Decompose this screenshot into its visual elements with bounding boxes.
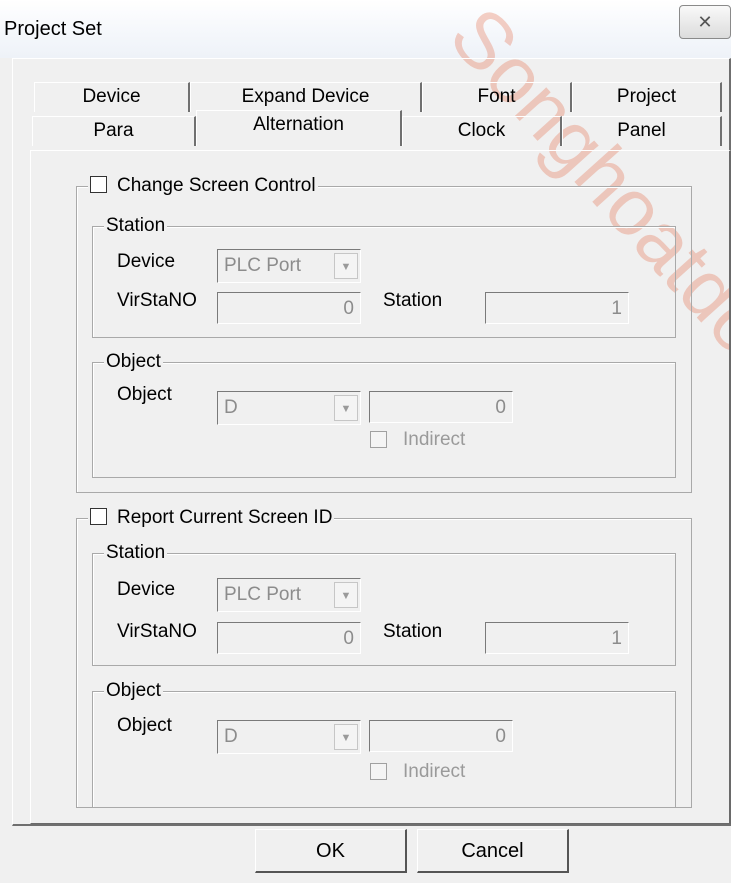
object-value-field-1[interactable]: 0: [369, 391, 513, 423]
object-type-select-2[interactable]: D ▼: [217, 720, 361, 754]
cancel-button[interactable]: Cancel: [417, 829, 569, 873]
station-label-2: Station: [383, 621, 443, 642]
chevron-down-icon: ▼: [334, 395, 358, 421]
close-button[interactable]: ✕: [679, 5, 731, 39]
indirect-checkbox-1[interactable]: [370, 431, 387, 448]
device-select-1[interactable]: PLC Port ▼: [217, 249, 361, 283]
device-select-2[interactable]: PLC Port ▼: [217, 578, 361, 612]
indirect-label-1: Indirect: [403, 429, 466, 450]
object-legend-2: Object: [104, 680, 163, 702]
object-legend-1: Object: [104, 351, 163, 373]
report-current-screen-checkbox[interactable]: [90, 508, 107, 525]
report-current-screen-legend: Report Current Screen ID: [88, 507, 335, 529]
tab-project[interactable]: Project: [572, 82, 722, 112]
tab-clock[interactable]: Clock: [402, 116, 562, 146]
indirect-label-2: Indirect: [403, 761, 466, 782]
change-screen-control-legend: Change Screen Control: [88, 175, 318, 197]
tab-panel[interactable]: Panel: [562, 116, 722, 146]
virstano-label-2: VirStaNO: [117, 621, 197, 642]
tab-font[interactable]: Font: [422, 82, 572, 112]
chevron-down-icon: ▼: [334, 253, 358, 279]
tab-device[interactable]: Device: [34, 82, 190, 112]
object-label-2: Object: [117, 715, 172, 736]
station-field-1[interactable]: 1: [485, 292, 629, 324]
ok-button[interactable]: OK: [255, 829, 407, 873]
station-label-1: Station: [383, 290, 443, 311]
indirect-checkbox-2[interactable]: [370, 763, 387, 780]
change-screen-control-checkbox[interactable]: [90, 176, 107, 193]
virstano-field-2[interactable]: 0: [217, 622, 361, 654]
tab-para[interactable]: Para: [32, 116, 196, 146]
virstano-field-1[interactable]: 0: [217, 292, 361, 324]
station-legend-1: Station: [104, 215, 168, 237]
object-value-field-2[interactable]: 0: [369, 720, 513, 752]
chevron-down-icon: ▼: [334, 582, 358, 608]
close-icon: ✕: [697, 11, 713, 32]
window-title: Project Set: [4, 18, 102, 40]
virstano-label-1: VirStaNO: [117, 290, 197, 311]
device-label-1: Device: [117, 251, 176, 272]
device-label-2: Device: [117, 579, 176, 600]
object-label-1: Object: [117, 384, 172, 405]
title-bar: Project Set ✕: [0, 0, 731, 58]
object-type-select-1[interactable]: D ▼: [217, 391, 361, 425]
station-field-2[interactable]: 1: [485, 622, 629, 654]
chevron-down-icon: ▼: [334, 724, 358, 750]
tab-expand-device[interactable]: Expand Device: [190, 82, 422, 112]
station-legend-2: Station: [104, 542, 168, 564]
tab-alternation[interactable]: Alternation: [196, 110, 402, 146]
